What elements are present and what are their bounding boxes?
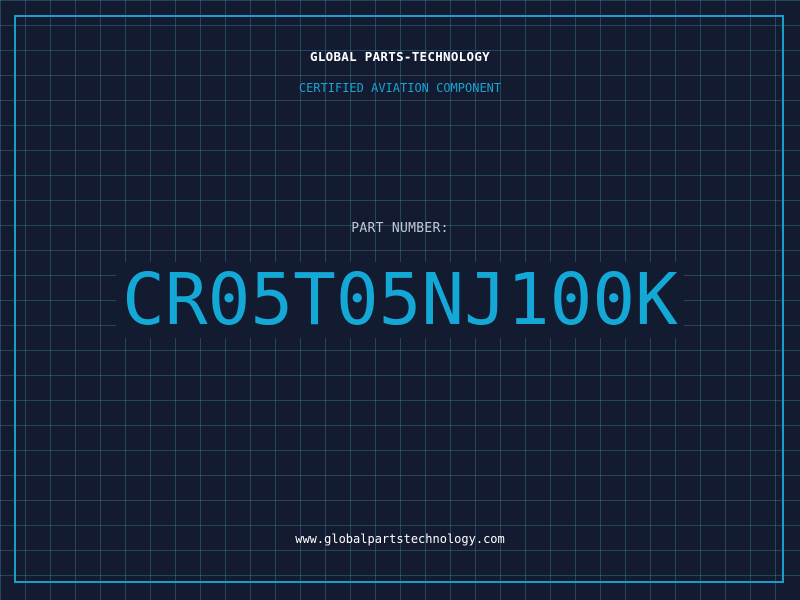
part-number-label: PART NUMBER: xyxy=(351,221,449,236)
tagline: CERTIFIED AVIATION COMPONENT xyxy=(298,81,502,95)
company-name: GLOBAL PARTS-TECHNOLOGY xyxy=(310,49,490,64)
certificate-page: GLOBAL PARTS-TECHNOLOGY CERTIFIED AVIATI… xyxy=(0,0,800,600)
website-url: www.globalpartstechnology.com xyxy=(295,532,505,546)
part-number-display: CR05T05NJ100K xyxy=(0,262,800,338)
part-number-value: CR05T05NJ100K xyxy=(116,262,684,338)
